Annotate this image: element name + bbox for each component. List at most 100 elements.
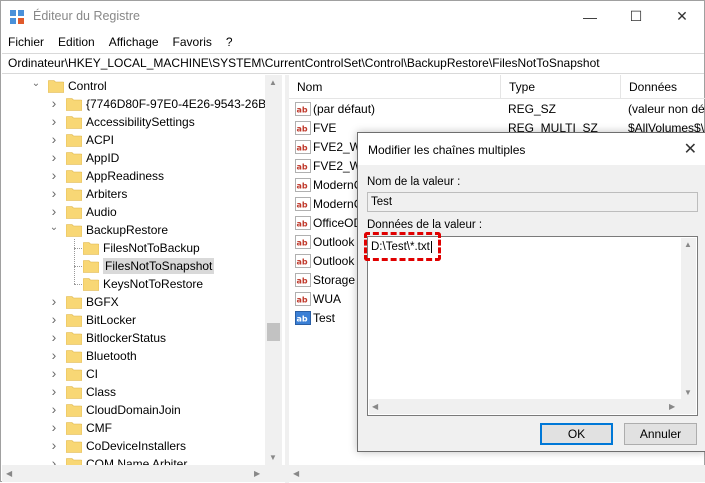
cancel-button[interactable]: Annuler <box>624 423 697 445</box>
tree-item[interactable]: Audio <box>66 203 117 221</box>
list-row[interactable]: ab ModernC <box>295 175 362 194</box>
tree-item[interactable]: AppID <box>66 149 119 167</box>
tree-item[interactable]: ACPI <box>66 131 114 149</box>
list-row[interactable]: ab FVE2_Wi <box>295 156 364 175</box>
value-name: Outlook <box>313 234 355 249</box>
column-header-donnees[interactable]: Données <box>621 75 705 99</box>
chevron-right-icon[interactable]: › <box>49 419 59 435</box>
ok-button[interactable]: OK <box>540 423 613 445</box>
list-row[interactable]: ab ModernC <box>295 194 362 213</box>
tree-item[interactable]: CloudDomainJoin <box>66 401 181 419</box>
scroll-right-icon[interactable]: ▶ <box>669 402 675 411</box>
tree-item[interactable]: Control <box>48 77 107 95</box>
tree-item[interactable]: CMF <box>66 419 112 437</box>
tree-item[interactable]: KeysNotToRestore <box>83 275 203 293</box>
string-value-icon: ab <box>295 215 311 230</box>
tree-item[interactable]: {7746D80F-97E0-4E26-9543-26B41F <box>66 95 282 113</box>
tree-item-label: Class <box>86 385 117 399</box>
tree-item[interactable]: CI <box>66 365 98 383</box>
chevron-right-icon[interactable]: › <box>49 113 59 129</box>
list-row[interactable]: ab Test <box>295 308 335 327</box>
menu-affichage[interactable]: Affichage <box>109 35 159 49</box>
menu-help[interactable]: ? <box>226 35 233 49</box>
chevron-right-icon[interactable]: › <box>49 347 59 363</box>
close-icon: ✕ <box>676 8 688 24</box>
chevron-right-icon[interactable]: › <box>49 401 59 417</box>
close-button[interactable]: ✕ <box>659 1 705 32</box>
chevron-right-icon[interactable]: › <box>49 149 59 165</box>
tree-item[interactable]: Arbiters <box>66 185 127 203</box>
chevron-right-icon[interactable]: › <box>49 95 59 111</box>
tree-item-label: FilesNotToBackup <box>103 241 200 255</box>
scroll-down-icon[interactable]: ▼ <box>684 388 692 397</box>
chevron-right-icon[interactable]: › <box>49 455 59 465</box>
chevron-down-icon[interactable]: ⌄ <box>31 78 41 89</box>
menu-favoris[interactable]: Favoris <box>173 35 212 49</box>
chevron-right-icon[interactable]: › <box>49 167 59 183</box>
tree-item[interactable]: AppReadiness <box>66 167 164 185</box>
list-row[interactable]: ab FVE2_Wi <box>295 137 364 156</box>
scroll-down-icon[interactable]: ▼ <box>269 453 277 462</box>
tree-item[interactable]: CoDeviceInstallers <box>66 437 186 455</box>
chevron-right-icon[interactable]: › <box>49 185 59 201</box>
chevron-right-icon[interactable]: › <box>49 383 59 399</box>
chevron-right-icon[interactable]: › <box>49 365 59 381</box>
tree-scroll-thumb[interactable] <box>267 323 280 341</box>
tree-pane[interactable]: Control ⌄ {7746D80F-97E0-4E26-9543-26B41F ›… <box>2 75 282 465</box>
scroll-left-icon[interactable]: ◀ <box>6 469 12 478</box>
chevron-right-icon[interactable]: › <box>49 437 59 453</box>
chevron-right-icon[interactable]: › <box>49 293 59 309</box>
string-value-icon: ab <box>295 196 311 211</box>
tree-item-label: Control <box>68 79 107 93</box>
folder-icon <box>66 349 82 363</box>
scroll-left-icon[interactable]: ◀ <box>372 402 378 411</box>
tree-item[interactable]: FilesNotToBackup <box>83 239 200 257</box>
chevron-down-icon[interactable]: ⌄ <box>49 222 59 233</box>
column-header-type[interactable]: Type <box>501 75 621 99</box>
tree-item[interactable]: Bluetooth <box>66 347 137 365</box>
dialog-close-icon[interactable]: ✕ <box>684 139 697 159</box>
tree-horizontal-scrollbar[interactable]: ◀ ▶ <box>2 465 285 482</box>
scroll-left-icon[interactable]: ◀ <box>293 469 299 478</box>
textarea-vertical-scrollbar[interactable]: ▲ ▼ <box>681 238 696 400</box>
regedit-app-icon <box>9 9 25 25</box>
minimize-button[interactable]: — <box>567 1 613 32</box>
textarea-horizontal-scrollbar[interactable]: ◀ ▶ <box>369 399 682 414</box>
value-data-textarea[interactable]: D:\Test\*.txt ▲ ▼ ◀ ▶ <box>367 236 698 416</box>
dialog-title: Modifier les chaînes multiples <box>368 143 526 157</box>
tree-item[interactable]: FilesNotToSnapshot <box>83 257 215 275</box>
tree-item[interactable]: AccessibilitySettings <box>66 113 195 131</box>
tree-item[interactable]: BitLocker <box>66 311 136 329</box>
tree-item[interactable]: Class <box>66 383 116 401</box>
tree-vertical-scrollbar[interactable]: ▲ ▼ <box>265 75 282 465</box>
list-row[interactable]: ab Outlook <box>295 251 354 270</box>
chevron-right-icon[interactable]: › <box>49 203 59 219</box>
chevron-right-icon[interactable]: › <box>49 131 59 147</box>
tree-item[interactable]: BackupRestore <box>66 221 168 239</box>
list-horizontal-scrollbar[interactable]: ◀ <box>289 465 705 482</box>
scroll-right-icon[interactable]: ▶ <box>254 469 260 478</box>
tree-item[interactable]: BGFX <box>66 293 119 311</box>
column-header-nom[interactable]: Nom <box>289 75 501 99</box>
menu-fichier[interactable]: Fichier <box>8 35 44 49</box>
list-row[interactable]: ab Outlook <box>295 232 354 251</box>
tree-item[interactable]: COM Name Arbiter <box>66 455 187 465</box>
value-name: WUA <box>313 291 341 306</box>
list-row[interactable]: ab WUA <box>295 289 341 308</box>
menu-edition[interactable]: Edition <box>58 35 95 49</box>
maximize-button[interactable]: ☐ <box>613 1 659 32</box>
list-row[interactable]: ab FVE <box>295 118 336 137</box>
scroll-up-icon[interactable]: ▲ <box>684 240 692 249</box>
tree-item-label: AppID <box>86 151 120 165</box>
list-row[interactable]: ab (par défaut) <box>295 99 375 118</box>
scroll-up-icon[interactable]: ▲ <box>269 78 277 87</box>
tree-item-label: {7746D80F-97E0-4E26-9543-26B41F <box>86 97 282 111</box>
address-bar[interactable]: Ordinateur\HKEY_LOCAL_MACHINE\SYSTEM\Cur… <box>2 53 704 74</box>
tree-item[interactable]: BitlockerStatus <box>66 329 166 347</box>
list-row[interactable]: ab OfficeOD <box>295 213 362 232</box>
list-row[interactable]: ab Storage T <box>295 270 365 289</box>
folder-icon <box>66 295 82 309</box>
chevron-right-icon[interactable]: › <box>49 311 59 327</box>
chevron-right-icon[interactable]: › <box>49 329 59 345</box>
tree-item-label: FilesNotToSnapshot <box>103 258 215 274</box>
